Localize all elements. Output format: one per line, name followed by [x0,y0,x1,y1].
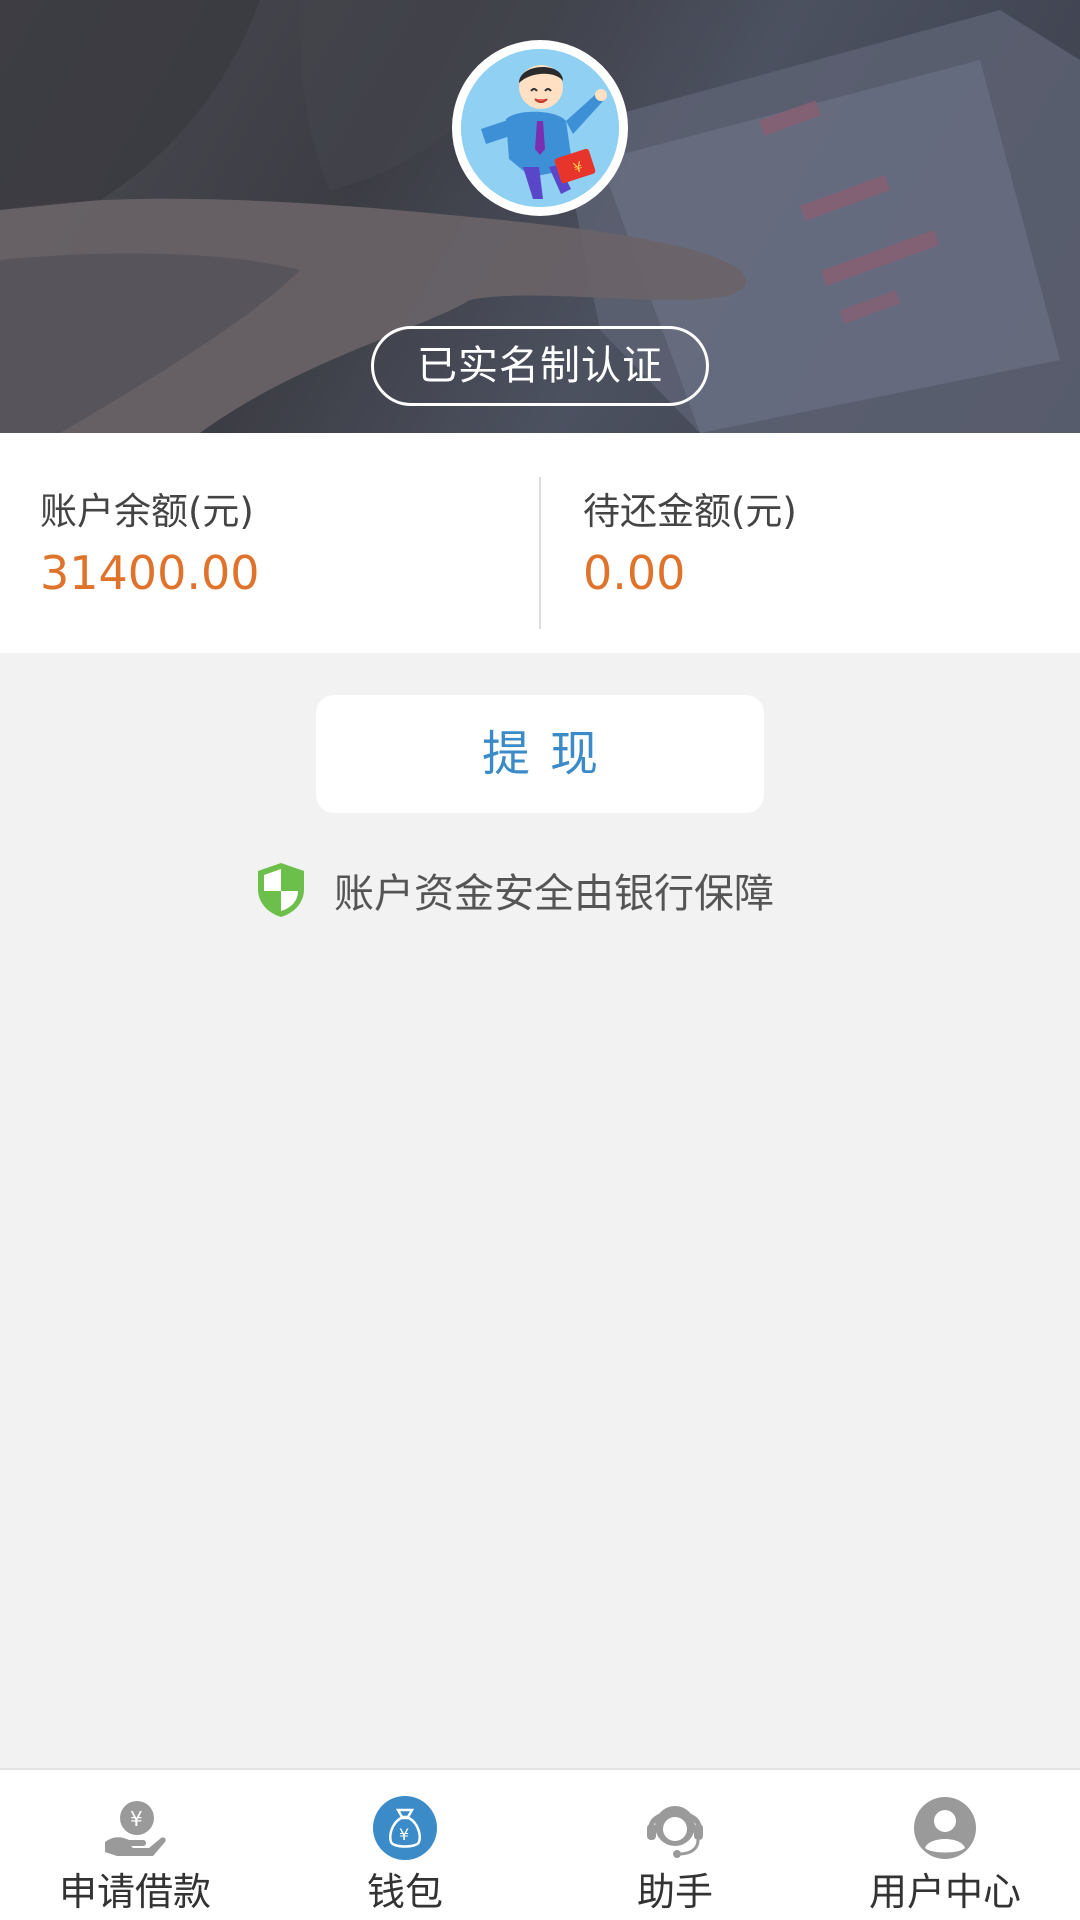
account-balance: 账户余额(元) 31400.00 [40,488,260,604]
svg-text:¥: ¥ [130,1807,143,1831]
tab-wallet-label: 钱包 [366,1870,443,1914]
withdraw-button[interactable]: 提现 [316,695,764,813]
security-note: 账户资金安全由银行保障 [254,860,774,920]
amount-due: 待还金额(元) 0.00 [583,488,797,604]
cartoon-businessman-avatar: ¥ [461,49,619,207]
hand-yen-icon: ¥ [105,1801,166,1856]
tab-user-center[interactable]: 用户中心 [810,1770,1080,1920]
shield-icon [258,863,304,917]
user-icon [914,1797,976,1859]
real-name-verified-badge: 已实名制认证 [371,326,709,406]
money-bag-icon: ¥ [373,1796,437,1860]
svg-text:¥: ¥ [399,1825,409,1844]
wallet-page: ¥ 已实名制认证 账户余额(元) 31400.00 待还金额(元) 0.00 提 [0,0,1080,1920]
security-note-text: 账户资金安全由银行保障 [334,871,774,917]
tab-assistant[interactable]: 助手 [540,1770,810,1920]
tab-apply-loan[interactable]: ¥ 申请借款 [0,1770,270,1920]
tab-assistant-label: 助手 [636,1870,713,1914]
account-balance-value: 31400.00 [40,546,260,600]
balance-divider [539,477,541,629]
bottom-tab-bar: ¥ 申请借款 ¥ 钱包 助手 用户中心 [0,1768,1080,1920]
tab-user-center-label: 用户中心 [868,1870,1021,1914]
tab-wallet[interactable]: ¥ 钱包 [270,1770,540,1920]
amount-due-label: 待还金额(元) [583,490,797,533]
account-balance-label: 账户余额(元) [40,490,254,533]
tab-apply-loan-label: 申请借款 [58,1870,211,1914]
avatar[interactable]: ¥ [452,40,628,216]
balance-card: 账户余额(元) 31400.00 待还金额(元) 0.00 [0,433,1080,653]
headset-icon [647,1806,703,1858]
amount-due-value: 0.00 [583,546,686,600]
profile-banner: ¥ 已实名制认证 [0,0,1080,433]
